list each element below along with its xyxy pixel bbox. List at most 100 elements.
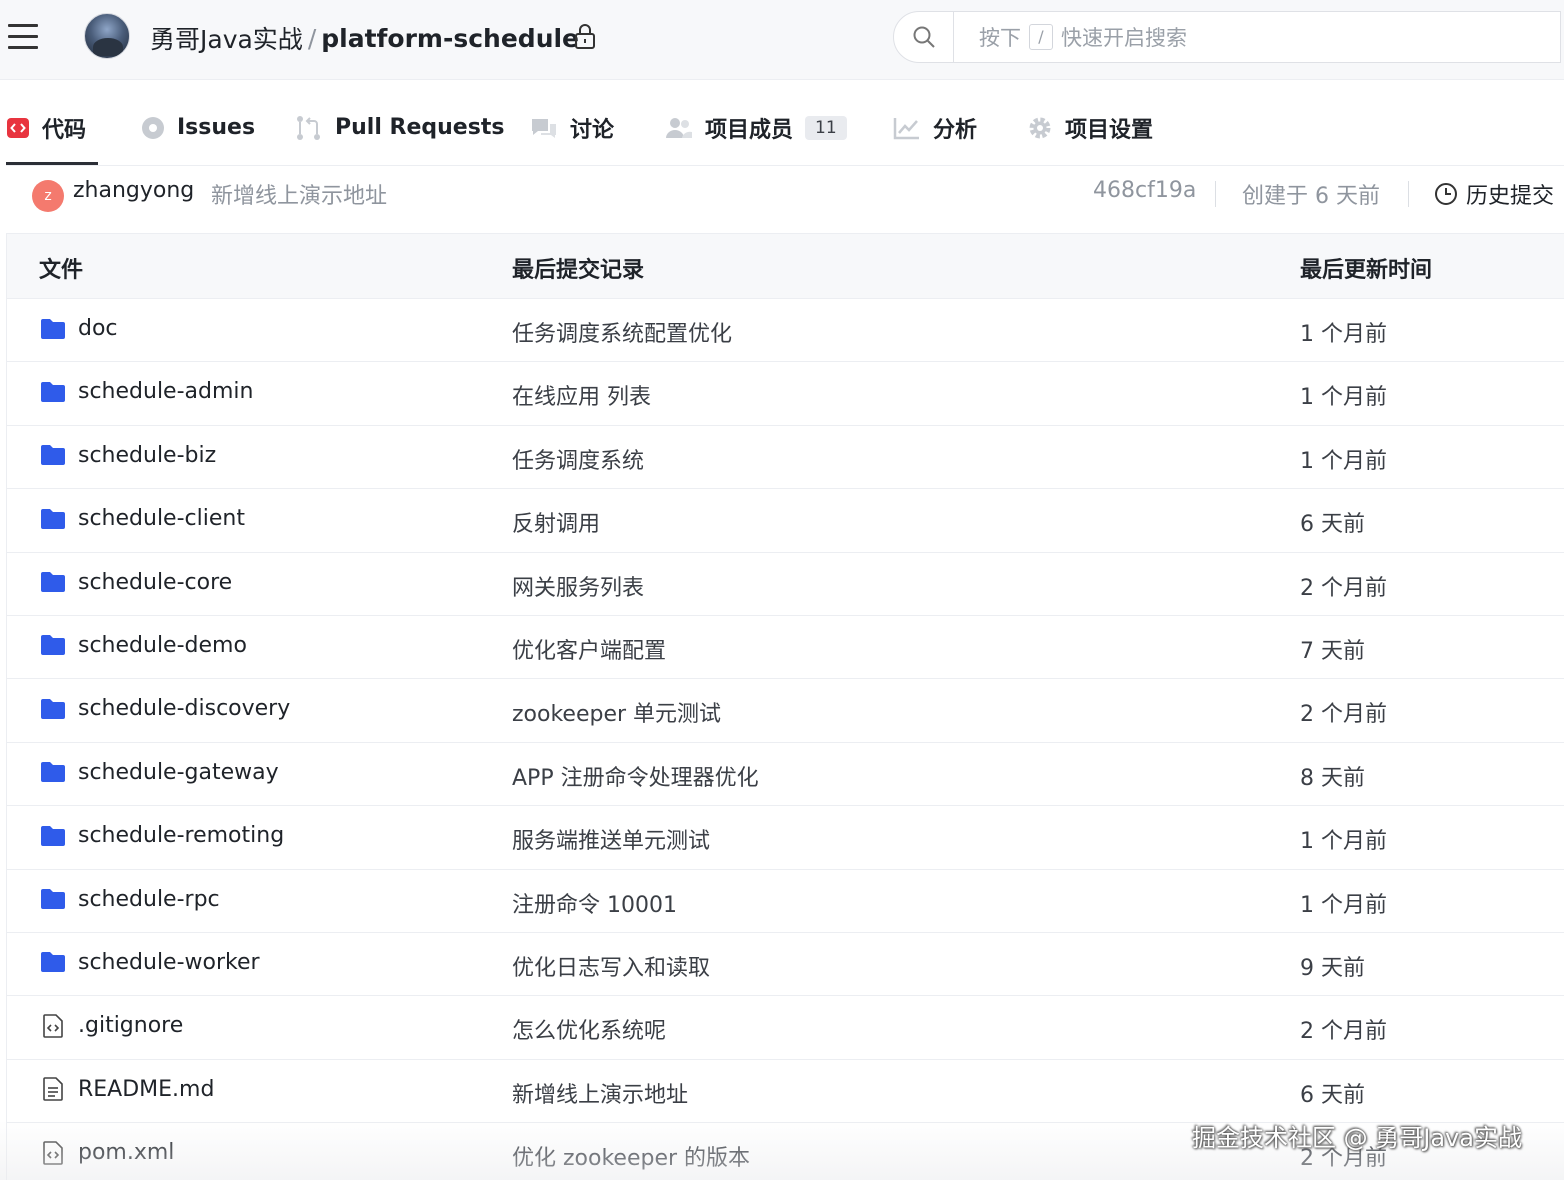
lock-icon xyxy=(575,24,595,49)
table-row[interactable]: schedule-client 反射调用 6 天前 xyxy=(7,489,1564,553)
file-commit-message[interactable]: zookeeper 单元测试 xyxy=(512,696,721,728)
commit-author-avatar[interactable]: z xyxy=(32,180,64,212)
table-row[interactable]: schedule-gateway APP 注册命令处理器优化 8 天前 xyxy=(7,743,1564,807)
file-updated-time: 1 个月前 xyxy=(1300,448,1387,474)
folder-icon xyxy=(40,380,66,404)
file-name: schedule-rpc xyxy=(78,886,220,912)
file-commit-message[interactable]: 任务调度系统配置优化 xyxy=(512,316,732,348)
file-commit-message[interactable]: 怎么优化系统呢 xyxy=(512,1013,666,1045)
file-commit-message[interactable]: 服务端推送单元测试 xyxy=(512,823,710,855)
file-name-link[interactable]: schedule-demo xyxy=(40,633,247,658)
file-name-link[interactable]: doc xyxy=(40,316,118,341)
table-row[interactable]: schedule-demo 优化客户端配置 7 天前 xyxy=(7,616,1564,680)
file-commit-message[interactable]: 反射调用 xyxy=(512,506,600,538)
search-input[interactable]: 按下 / 快速开启搜索 xyxy=(893,11,1561,63)
table-row[interactable]: schedule-discovery zookeeper 单元测试 2 个月前 xyxy=(7,679,1564,743)
menu-icon[interactable] xyxy=(8,22,40,52)
breadcrumb-separator: / xyxy=(307,23,317,53)
file-name-link[interactable]: pom.xml xyxy=(40,1140,174,1165)
column-header-time: 最后更新时间 xyxy=(1300,258,1433,283)
table-header: 文件 最后提交记录 最后更新时间 xyxy=(7,233,1564,299)
file-updated-time: 2 个月前 xyxy=(1300,1019,1387,1045)
table-row[interactable]: doc 任务调度系统配置优化 1 个月前 xyxy=(7,299,1564,363)
tab-discussion[interactable]: 讨论 xyxy=(530,90,614,165)
file-name-link[interactable]: schedule-client xyxy=(40,506,245,531)
file-commit-message[interactable]: APP 注册命令处理器优化 xyxy=(512,760,759,792)
file-name: schedule-client xyxy=(78,506,245,532)
file-name: schedule-worker xyxy=(78,949,260,975)
file-updated-time: 8 天前 xyxy=(1300,765,1365,791)
chart-icon xyxy=(893,116,921,140)
file-name-link[interactable]: schedule-gateway xyxy=(40,760,279,785)
file-name-link[interactable]: schedule-rpc xyxy=(40,887,220,912)
file-name-link[interactable]: schedule-remoting xyxy=(40,823,284,848)
tab-code[interactable]: 代码 xyxy=(6,90,99,165)
commit-author[interactable]: zhangyong xyxy=(73,178,194,203)
file-name-link[interactable]: schedule-discovery xyxy=(40,696,290,721)
folder-icon xyxy=(40,824,66,848)
file-name-link[interactable]: README.md xyxy=(40,1077,214,1102)
repo-owner-link[interactable]: 勇哥Java实战 xyxy=(150,20,303,56)
file-updated-time: 6 天前 xyxy=(1300,512,1365,538)
table-row[interactable]: schedule-remoting 服务端推送单元测试 1 个月前 xyxy=(7,806,1564,870)
file-name-link[interactable]: schedule-admin xyxy=(40,379,253,404)
tab-issues[interactable]: Issues xyxy=(141,90,255,165)
commit-hash[interactable]: 468cf19a xyxy=(1093,178,1196,203)
tab-pull-requests-label: Pull Requests xyxy=(335,115,505,140)
file-commit-message[interactable]: 优化客户端配置 xyxy=(512,633,666,665)
code-icon xyxy=(6,116,30,140)
column-header-file: 文件 xyxy=(39,258,84,283)
owner-avatar[interactable] xyxy=(84,13,130,59)
file-name-link[interactable]: schedule-core xyxy=(40,570,232,595)
history-commits-link[interactable]: 历史提交 xyxy=(1434,178,1554,210)
top-bar: 勇哥Java实战 / platform-schedule 按下 / 快速开启搜索 xyxy=(0,0,1564,80)
file-commit-message[interactable]: 新增线上演示地址 xyxy=(512,1077,688,1109)
table-row[interactable]: schedule-rpc 注册命令 10001 1 个月前 xyxy=(7,870,1564,933)
file-commit-message[interactable]: 任务调度系统 xyxy=(512,443,644,475)
table-row[interactable]: schedule-biz 任务调度系统 1 个月前 xyxy=(7,426,1564,490)
table-row[interactable]: README.md 新增线上演示地址 6 天前 xyxy=(7,1060,1564,1124)
code-file-icon xyxy=(40,1140,66,1165)
folder-icon xyxy=(40,950,66,974)
watermark: 掘金技术社区 @ 勇哥Java实战 xyxy=(1192,1124,1522,1152)
table-row[interactable]: schedule-core 网关服务列表 2 个月前 xyxy=(7,553,1564,616)
file-name-link[interactable]: schedule-worker xyxy=(40,950,260,975)
file-name-link[interactable]: .gitignore xyxy=(40,1013,183,1038)
members-icon xyxy=(665,116,693,140)
file-commit-message[interactable]: 优化 zookeeper 的版本 xyxy=(512,1140,750,1172)
file-commit-message[interactable]: 在线应用 列表 xyxy=(512,379,651,411)
file-name: schedule-admin xyxy=(78,379,254,405)
tab-settings-label: 项目设置 xyxy=(1065,117,1154,143)
issue-icon xyxy=(141,116,165,140)
tab-members[interactable]: 项目成员 11 xyxy=(665,90,847,165)
file-commit-message[interactable]: 注册命令 10001 xyxy=(512,887,677,919)
folder-icon xyxy=(40,317,66,341)
last-commit-bar: z zhangyong 新增线上演示地址 468cf19a 创建于 6 天前 历… xyxy=(6,165,1564,233)
tab-discussion-label: 讨论 xyxy=(570,117,615,143)
folder-icon xyxy=(40,443,66,467)
file-commit-message[interactable]: 优化日志写入和读取 xyxy=(512,950,710,982)
column-header-commit: 最后提交记录 xyxy=(512,258,645,283)
table-row[interactable]: schedule-admin 在线应用 列表 1 个月前 xyxy=(7,362,1564,426)
file-updated-time: 1 个月前 xyxy=(1300,322,1387,347)
discussion-icon xyxy=(530,116,558,140)
table-row[interactable]: schedule-worker 优化日志写入和读取 9 天前 xyxy=(7,933,1564,997)
tab-pull-requests[interactable]: Pull Requests xyxy=(295,90,504,165)
file-updated-time: 9 天前 xyxy=(1300,955,1365,981)
file-name: doc xyxy=(78,316,118,341)
repo-name-link[interactable]: platform-schedule xyxy=(321,24,579,53)
search-placeholder-prefix: 按下 xyxy=(979,26,1021,50)
file-name: pom.xml xyxy=(78,1140,175,1166)
search-icon[interactable] xyxy=(894,12,954,62)
tab-settings[interactable]: 项目设置 xyxy=(1027,90,1153,165)
table-row[interactable]: .gitignore 怎么优化系统呢 2 个月前 xyxy=(7,996,1564,1060)
commit-message[interactable]: 新增线上演示地址 xyxy=(211,178,387,210)
commit-created-time: 创建于 6 天前 xyxy=(1242,184,1380,209)
tab-analysis[interactable]: 分析 xyxy=(893,90,977,165)
breadcrumb: 勇哥Java实战 / platform-schedule xyxy=(150,18,579,58)
pull-request-icon xyxy=(295,115,323,141)
code-file-icon xyxy=(40,1013,66,1038)
file-commit-message[interactable]: 网关服务列表 xyxy=(512,570,644,602)
file-name-link[interactable]: schedule-biz xyxy=(40,443,216,468)
file-updated-time: 2 个月前 xyxy=(1300,575,1387,601)
